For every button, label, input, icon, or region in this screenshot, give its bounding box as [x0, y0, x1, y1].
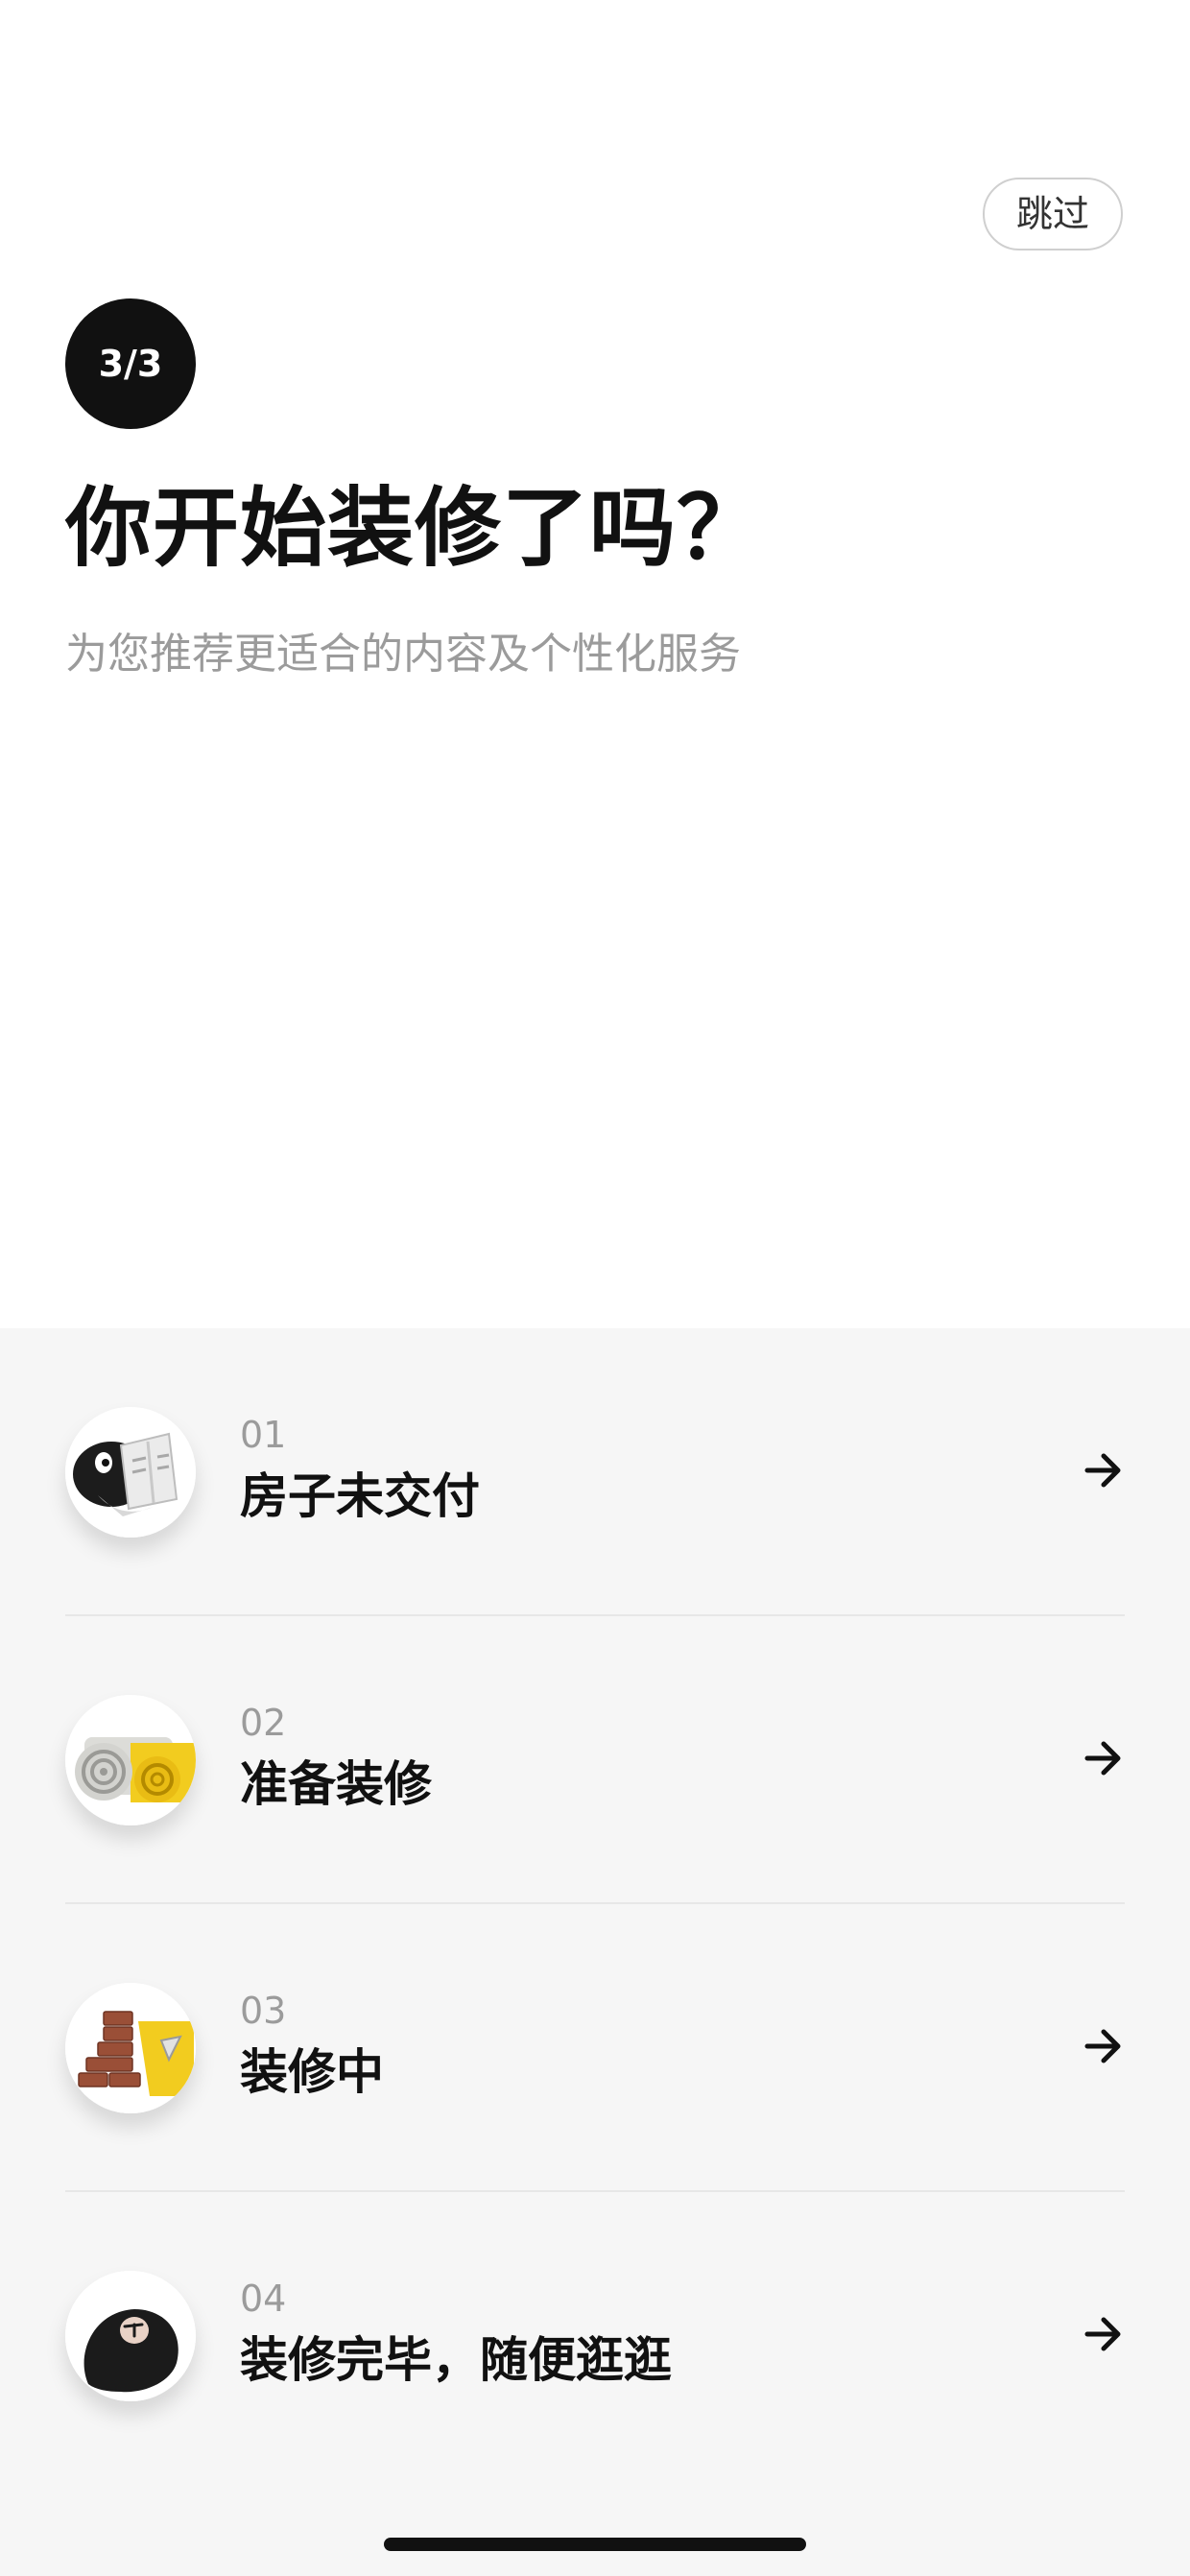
option-number: 02: [240, 1702, 287, 1744]
step-indicator-badge: 3/3: [65, 298, 196, 429]
brick-wall-icon: [65, 1983, 196, 2113]
arrow-right-icon: [1084, 2317, 1121, 2351]
page-subtitle: 为您推荐更适合的内容及个性化服务: [65, 630, 741, 679]
option-preparing-renovation[interactable]: 02 准备装修: [65, 1616, 1125, 1904]
page-title: 你开始装修了吗？: [65, 478, 764, 579]
options-list: 01 房子未交付 02 准备装修 03 装修中 04 装修完毕，随便逛逛: [0, 1328, 1190, 2576]
option-number: 01: [240, 1414, 287, 1456]
option-label: 装修完毕，随便逛逛: [240, 2332, 672, 2388]
option-renovating[interactable]: 03 装修中: [65, 1904, 1125, 2192]
option-house-not-delivered[interactable]: 01 房子未交付: [65, 1328, 1125, 1616]
wallpaper-roll-icon: [65, 1695, 196, 1825]
bird-reading-icon: [65, 1407, 196, 1538]
option-number: 04: [240, 2278, 287, 2320]
arrow-right-icon: [1084, 1741, 1121, 1776]
option-label: 房子未交付: [240, 1468, 480, 1524]
option-finished-browse[interactable]: 04 装修完毕，随便逛逛: [65, 2192, 1125, 2480]
intro-section: 跳过 3/3 你开始装修了吗？ 为您推荐更适合的内容及个性化服务: [0, 0, 1190, 1328]
arrow-right-icon: [1084, 2029, 1121, 2063]
option-label: 准备装修: [240, 1756, 432, 1812]
arrow-right-icon: [1084, 1453, 1121, 1488]
home-indicator[interactable]: [384, 2538, 806, 2551]
option-number: 03: [240, 1990, 287, 2032]
black-bird-icon: [65, 2271, 196, 2401]
skip-button[interactable]: 跳过: [983, 178, 1123, 250]
option-label: 装修中: [240, 2044, 384, 2100]
